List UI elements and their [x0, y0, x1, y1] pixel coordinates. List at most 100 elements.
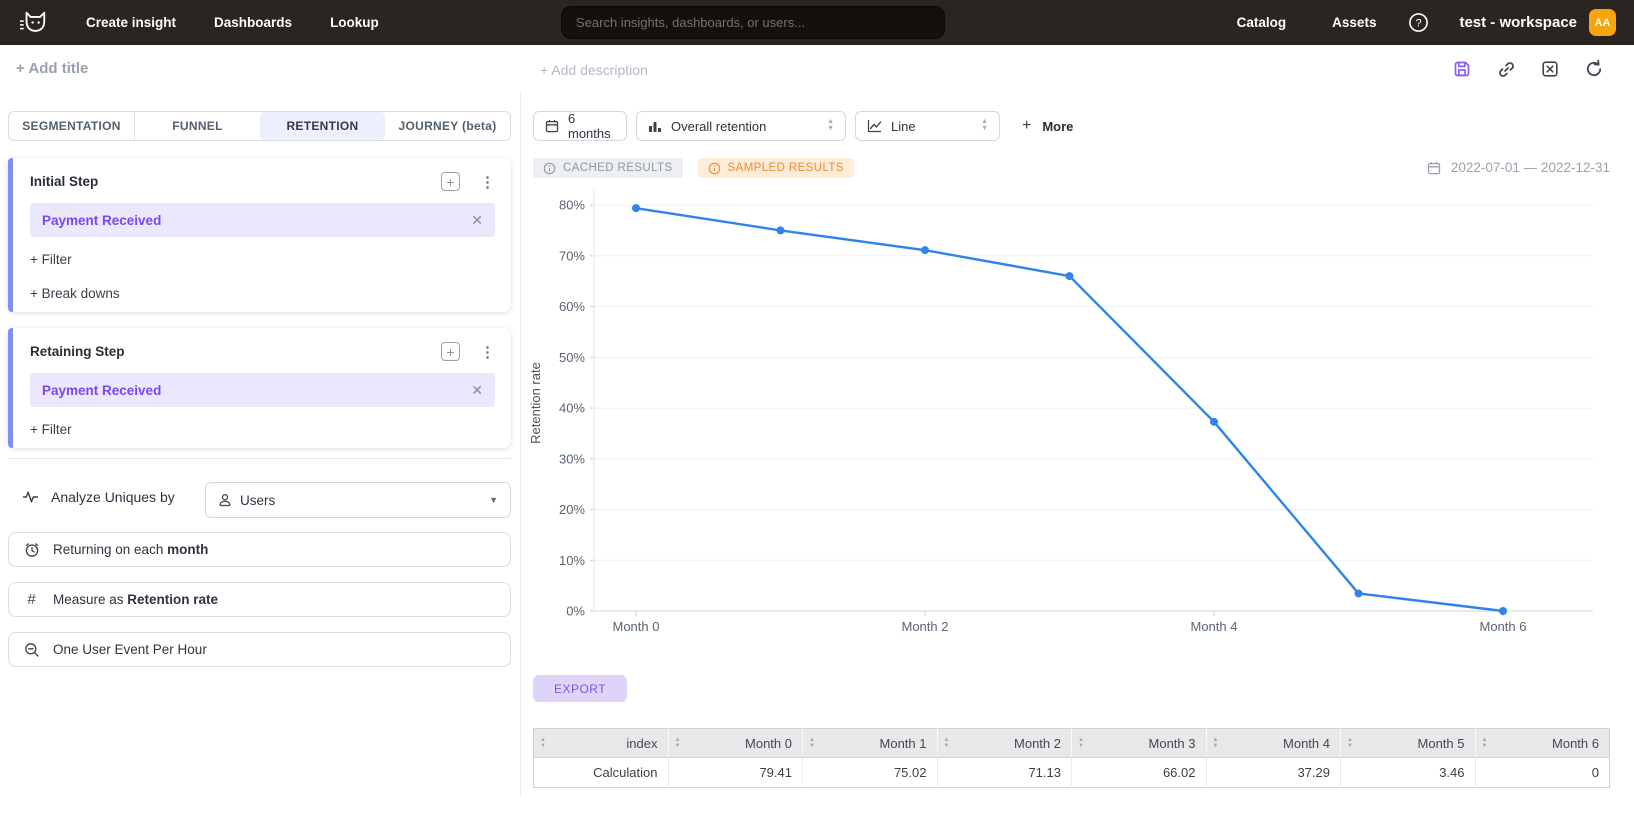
insight-type-tabs: SEGMENTATION FUNNEL RETENTION JOURNEY (b…	[8, 111, 511, 141]
analyze-uniques-row: Analyze Uniques by	[22, 489, 175, 505]
retention-line-chart[interactable]: 0%10%20%30%40%50%60%70%80%Month 0Month 2…	[524, 185, 1614, 655]
table-header-cell[interactable]: ▲▼Month 6	[1475, 729, 1610, 758]
line-chart-icon	[867, 119, 882, 133]
x-tick-label: Month 0	[613, 619, 660, 634]
sampled-results-badge[interactable]: SAMPLED RESULTS	[698, 158, 854, 178]
kebab-menu-icon[interactable]: ⋮	[480, 173, 495, 191]
panel-divider-vertical	[520, 93, 521, 795]
period-button[interactable]: 6 months	[533, 111, 627, 141]
info-icon	[708, 162, 721, 175]
chart-type-select[interactable]: Line ▲▼	[855, 111, 1000, 141]
cat-logo-icon[interactable]	[18, 9, 50, 37]
add-description-button[interactable]: + Add description	[540, 62, 648, 78]
returning-granularity-button[interactable]: Returning on each month	[8, 532, 511, 567]
more-button[interactable]: + More	[1022, 117, 1073, 135]
retaining-step-event-chip[interactable]: Payment Received ✕	[30, 373, 495, 407]
select-chevrons-icon: ▲▼	[827, 119, 834, 132]
y-tick-label: 70%	[559, 248, 585, 263]
measure-as-button[interactable]: # Measure as Retention rate	[8, 582, 511, 617]
data-point[interactable]	[1355, 589, 1363, 597]
close-box-icon[interactable]	[1539, 58, 1561, 80]
bar-chart-icon	[648, 120, 662, 133]
table-header-cell[interactable]: ▲▼Month 4	[1206, 729, 1341, 758]
sampling-button[interactable]: One User Event Per Hour	[8, 632, 511, 667]
x-tick-label: Month 2	[902, 619, 949, 634]
data-point[interactable]	[921, 246, 929, 254]
sort-icon[interactable]: ▲▼	[675, 737, 681, 750]
add-title-button[interactable]: + Add title	[16, 60, 88, 77]
avatar[interactable]: AA	[1589, 9, 1616, 36]
toolbar-icons	[1451, 58, 1605, 80]
initial-step-event-chip[interactable]: Payment Received ✕	[30, 203, 495, 237]
nav-create-insight[interactable]: Create insight	[86, 15, 176, 30]
table-header-cell[interactable]: ▲▼Month 0	[668, 729, 803, 758]
retaining-step-title: Retaining Step	[30, 344, 441, 359]
y-axis-label: Retention rate	[528, 362, 543, 444]
date-range-value: 2022-07-01 — 2022-12-31	[1451, 160, 1610, 175]
step-accent-bar	[8, 158, 13, 312]
table-cell: 37.29	[1206, 758, 1341, 788]
initial-step-card: Initial Step + ⋮ Payment Received ✕ + Fi…	[8, 158, 511, 312]
returning-granularity-label: Returning on each month	[53, 542, 208, 557]
table-header-label: Month 0	[684, 736, 792, 751]
nav-catalog[interactable]: Catalog	[1237, 15, 1287, 30]
add-filter-button[interactable]: + Filter	[30, 252, 72, 267]
refresh-icon[interactable]	[1583, 58, 1605, 80]
table-cell: 75.02	[803, 758, 938, 788]
tab-funnel[interactable]: FUNNEL	[134, 112, 260, 140]
add-event-icon[interactable]: +	[441, 342, 460, 361]
retention-line	[636, 208, 1503, 611]
svg-text:?: ?	[1416, 17, 1422, 29]
date-range: 2022-07-01 — 2022-12-31	[1427, 160, 1610, 175]
add-breakdown-button[interactable]: + Break downs	[30, 286, 120, 301]
nav-dashboards[interactable]: Dashboards	[214, 15, 292, 30]
tab-journey[interactable]: JOURNEY (beta)	[385, 112, 510, 140]
data-point[interactable]	[632, 204, 640, 212]
retention-type-select[interactable]: Overall retention ▲▼	[636, 111, 846, 141]
sort-icon[interactable]: ▲▼	[809, 737, 815, 750]
user-icon	[218, 493, 232, 507]
data-point[interactable]	[1210, 418, 1218, 426]
add-event-icon[interactable]: +	[441, 172, 460, 191]
table-header-cell[interactable]: ▲▼Month 2	[937, 729, 1072, 758]
remove-event-icon[interactable]: ✕	[471, 382, 483, 399]
sort-icon[interactable]: ▲▼	[1078, 737, 1084, 750]
table-header-cell[interactable]: ▲▼ Month 5	[1341, 729, 1476, 758]
sort-icon[interactable]: ▲▼	[1347, 737, 1353, 750]
y-tick-label: 30%	[559, 451, 585, 466]
data-point[interactable]	[1499, 607, 1507, 615]
table-header-label: Month 5	[1357, 736, 1465, 751]
period-value: 6 months	[568, 111, 615, 141]
nav-lookup[interactable]: Lookup	[330, 15, 379, 30]
tab-segmentation[interactable]: SEGMENTATION	[9, 112, 134, 140]
chevron-down-icon: ▼	[489, 495, 498, 505]
table-header-cell[interactable]: ▲▼index	[534, 729, 669, 758]
data-point[interactable]	[777, 226, 785, 234]
data-point[interactable]	[1066, 272, 1074, 280]
remove-event-icon[interactable]: ✕	[471, 212, 483, 229]
copy-link-icon[interactable]	[1495, 58, 1517, 80]
search-input[interactable]	[561, 6, 945, 39]
table-header-cell[interactable]: ▲▼Month 3	[1072, 729, 1207, 758]
export-button[interactable]: EXPORT	[533, 675, 627, 702]
sort-icon[interactable]: ▲▼	[540, 737, 546, 750]
table-row: Calculation79.4175.0271.1366.0237.293.46…	[534, 758, 1610, 788]
kebab-menu-icon[interactable]: ⋮	[480, 343, 495, 361]
workspace-name[interactable]: test - workspace	[1459, 14, 1577, 31]
table-header-label: Month 6	[1491, 736, 1599, 751]
analyze-entity-select[interactable]: Users ▼	[205, 482, 511, 518]
save-icon[interactable]	[1451, 58, 1473, 80]
table-header-cell[interactable]: ▲▼Month 1	[803, 729, 938, 758]
sort-icon[interactable]: ▲▼	[1213, 737, 1219, 750]
help-icon[interactable]: ?	[1408, 12, 1429, 33]
sort-icon[interactable]: ▲▼	[1482, 737, 1488, 750]
nav-assets[interactable]: Assets	[1332, 15, 1376, 30]
add-filter-button[interactable]: + Filter	[30, 422, 72, 437]
sort-icon[interactable]: ▲▼	[944, 737, 950, 750]
cached-results-badge[interactable]: CACHED RESULTS	[533, 158, 683, 178]
y-tick-label: 10%	[559, 553, 585, 568]
event-chip-label: Payment Received	[42, 213, 471, 228]
sampling-label: One User Event Per Hour	[53, 642, 207, 657]
step-accent-bar	[8, 328, 13, 448]
tab-retention[interactable]: RETENTION	[260, 112, 385, 140]
